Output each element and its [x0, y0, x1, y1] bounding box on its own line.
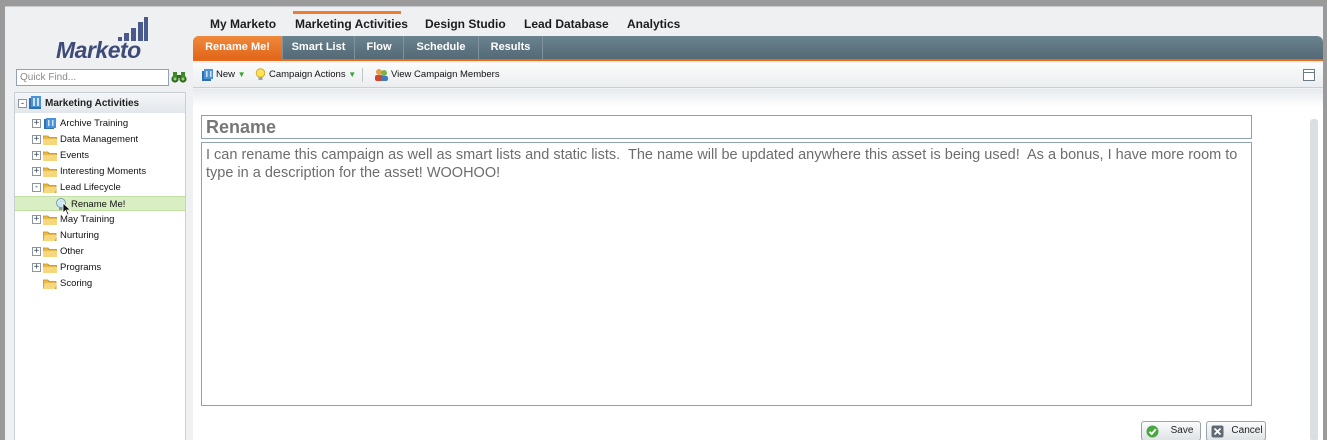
tree-root-label: Marketing Activities — [45, 98, 140, 109]
tree-item-label: Archive Training — [60, 118, 129, 129]
sub-tab-bar: Rename Me! Smart List Flow Schedule Resu… — [193, 36, 1323, 61]
view-campaign-members-button[interactable]: View Campaign Members — [391, 69, 500, 80]
asset-description-textarea[interactable]: I can rename this campaign as well as sm… — [201, 142, 1252, 406]
app-window: Marketo - Marketing Activities + Archive… — [5, 6, 1323, 440]
tree-item-rename-me[interactable]: Rename Me! — [15, 196, 185, 211]
open-folder-icon — [43, 231, 57, 241]
nav-design-studio[interactable]: Design Studio — [425, 17, 506, 31]
expand-icon[interactable]: + — [32, 119, 41, 128]
cancel-button[interactable]: Cancel — [1206, 421, 1266, 440]
tree-item-label: Other — [60, 246, 84, 257]
maximize-icon[interactable] — [1303, 69, 1315, 81]
marketo-logo[interactable]: Marketo — [5, 7, 195, 65]
nav-marketing-activities[interactable]: Marketing Activities — [295, 17, 408, 31]
tab-results[interactable]: Results — [479, 36, 543, 59]
tab-flow[interactable]: Flow — [355, 36, 404, 59]
folder-icon — [43, 151, 57, 161]
tree-item-label: Scoring — [60, 278, 93, 289]
tree-item-interesting-moments[interactable]: + Interesting Moments — [15, 164, 185, 179]
nav-my-marketo[interactable]: My Marketo — [210, 17, 276, 31]
tree-item-label: Lead Lifecycle — [60, 182, 121, 193]
toolbar-separator — [362, 68, 363, 82]
tab-schedule[interactable]: Schedule — [404, 36, 479, 59]
folder-icon — [43, 215, 57, 225]
folder-icon — [43, 135, 57, 145]
open-folder-icon — [43, 183, 57, 193]
collapse-icon[interactable]: - — [18, 99, 27, 108]
tree-item-nurturing[interactable]: Nurturing — [15, 228, 185, 243]
folder-icon — [43, 167, 57, 177]
tree-item-events[interactable]: + Events — [15, 148, 185, 163]
close-icon — [1211, 425, 1224, 438]
checkmark-icon — [1146, 425, 1159, 438]
save-label: Save — [1170, 425, 1194, 436]
active-nav-indicator — [293, 11, 401, 14]
tree-item-label: Events — [60, 150, 90, 161]
nav-lead-database[interactable]: Lead Database — [524, 17, 609, 31]
save-button[interactable]: Save — [1141, 421, 1201, 440]
asset-name-input[interactable] — [201, 115, 1252, 139]
cancel-label: Cancel — [1231, 425, 1263, 436]
tree-item-scoring[interactable]: Scoring — [15, 276, 185, 291]
tree-item-label: Data Management — [60, 134, 139, 145]
open-folder-icon — [43, 279, 57, 289]
dropdown-arrow-icon: ▼ — [348, 70, 357, 79]
new-menu-button[interactable]: New ▼ — [216, 69, 246, 80]
tree-item-label: Nurturing — [60, 230, 100, 241]
tab-rename-me[interactable]: Rename Me! — [193, 36, 283, 59]
campaign-members-icon — [375, 69, 388, 81]
expand-icon[interactable]: + — [32, 247, 41, 256]
tree-item-may-training[interactable]: + May Training — [15, 212, 185, 227]
tree-item-archive-training[interactable]: + Archive Training — [15, 116, 185, 131]
expand-icon[interactable]: + — [32, 215, 41, 224]
tab-smart-list[interactable]: Smart List — [283, 36, 355, 59]
tree-item-label: Programs — [60, 262, 102, 273]
tree-root[interactable]: - Marketing Activities — [15, 93, 185, 113]
folder-icon — [43, 263, 57, 273]
campaign-actions-button[interactable]: Campaign Actions ▼ — [269, 69, 356, 80]
tree-item-lead-lifecycle[interactable]: - Lead Lifecycle — [15, 180, 185, 195]
new-program-icon — [202, 69, 213, 81]
dropdown-arrow-icon: ▼ — [237, 70, 246, 79]
top-navigation: My Marketo Marketing Activities Design S… — [195, 7, 1323, 37]
marketing-activities-icon — [29, 96, 41, 109]
tree-item-label: Interesting Moments — [60, 166, 147, 177]
mouse-cursor-icon — [62, 202, 72, 216]
tree-item-label: Rename Me! — [71, 199, 126, 210]
quick-find-input[interactable] — [16, 69, 169, 86]
logo-wordmark: Marketo — [56, 37, 141, 63]
folder-icon — [43, 247, 57, 257]
expand-icon[interactable]: + — [32, 135, 41, 144]
expand-icon[interactable]: + — [32, 167, 41, 176]
tree-item-other[interactable]: + Other — [15, 244, 185, 259]
scrollbar[interactable] — [1310, 119, 1318, 440]
new-label: New — [216, 69, 236, 80]
lightbulb-icon — [255, 68, 266, 80]
tree-item-programs[interactable]: + Programs — [15, 260, 185, 275]
collapse-icon[interactable]: - — [32, 183, 41, 192]
expand-icon[interactable]: + — [32, 263, 41, 272]
marketing-activities-tree: - Marketing Activities + Archive Trainin… — [14, 92, 186, 440]
binoculars-icon[interactable] — [171, 70, 187, 84]
nav-analytics[interactable]: Analytics — [627, 17, 680, 31]
panel-header-shade — [193, 89, 1323, 107]
campaign-actions-label: Campaign Actions — [269, 69, 346, 80]
tree-item-data-management[interactable]: + Data Management — [15, 132, 185, 147]
expand-icon[interactable]: + — [32, 151, 41, 160]
main-panel: I can rename this campaign as well as sm… — [193, 89, 1323, 440]
toolbar: New ▼ Campaign Actions ▼ View Campaign M… — [193, 63, 1323, 88]
program-icon — [44, 118, 56, 129]
